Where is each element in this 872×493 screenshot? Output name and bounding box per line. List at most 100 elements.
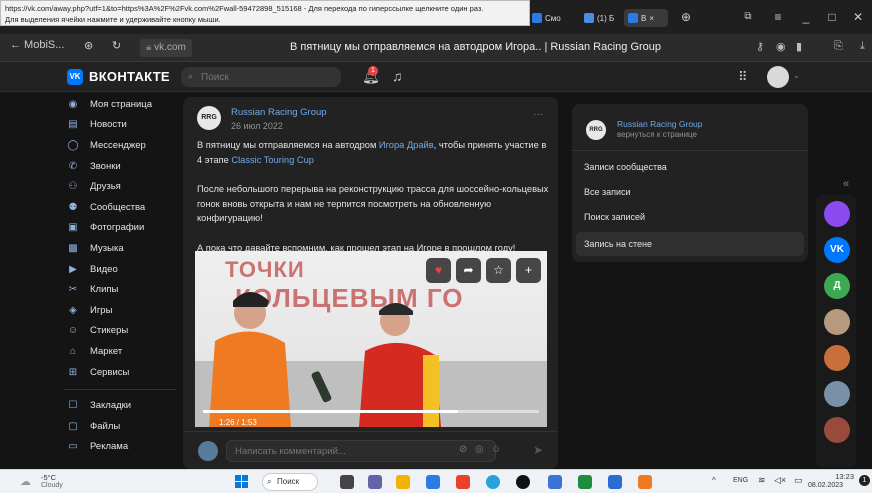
chevron-up-icon[interactable]: ^ xyxy=(712,476,716,485)
sidebar-item-communities[interactable]: ⚉ Сообщества xyxy=(64,197,176,218)
star-icon[interactable]: ☆ xyxy=(486,258,511,283)
sidebar-item-clips[interactable]: ✂ Клипы xyxy=(64,279,176,300)
volume-icon[interactable]: ◁× xyxy=(774,475,786,486)
post-author[interactable]: Russian Racing Group xyxy=(231,107,327,118)
browser-tab-active[interactable]: В × xyxy=(624,9,668,27)
yandex-icon[interactable] xyxy=(456,475,470,489)
telegram-icon[interactable] xyxy=(486,475,500,489)
task-view-icon[interactable] xyxy=(340,475,354,489)
share-icon[interactable]: ⎘ xyxy=(834,40,843,53)
sidebar-item-games[interactable]: ◈ Игры xyxy=(64,300,176,321)
teams-icon[interactable] xyxy=(368,475,382,489)
sidebar-item-stickers[interactable]: ☺ Стикеры xyxy=(64,321,176,342)
weather-icon[interactable]: ☁ xyxy=(20,475,31,488)
key-icon[interactable]: ⚷ xyxy=(756,40,764,53)
app-icon[interactable] xyxy=(548,475,562,489)
apps-grid-icon[interactable]: ⠿ xyxy=(738,69,748,85)
maximize-button[interactable]: □ xyxy=(822,8,842,26)
search-input[interactable] xyxy=(181,67,341,87)
share-icon[interactable]: ➦ xyxy=(456,258,481,283)
sidebar-item-label: Файлы xyxy=(90,420,121,432)
wifi-icon[interactable]: ≋ xyxy=(758,475,766,486)
extension-icon[interactable]: ◉ xyxy=(776,40,786,53)
battery-icon[interactable]: ▭ xyxy=(794,475,803,486)
browser-tab[interactable]: (1) Б xyxy=(580,9,622,27)
sidebar-item-files[interactable]: ▢ Файлы xyxy=(64,416,176,437)
link-igora-drive[interactable]: Игора Драйв xyxy=(379,140,434,150)
sidebar-item-bookmarks[interactable]: ☐ Закладки xyxy=(64,395,176,416)
sidebar-item-friends[interactable]: ⚇ Друзья xyxy=(64,176,176,197)
sidebar-item-market[interactable]: ⌂ Маркет xyxy=(64,341,176,362)
attach-icon[interactable]: ⊘ xyxy=(459,444,467,455)
sidebar-item-ads[interactable]: ▭ Реклама xyxy=(64,437,176,458)
app-icon[interactable] xyxy=(638,475,652,489)
security-icon[interactable]: ⊛ xyxy=(84,39,93,52)
back-to-page-link[interactable]: вернуться к странице xyxy=(617,130,697,139)
video-player[interactable]: ТОЧКИ КОЛЬЦЕВЫМ ГО ♥ ➦ ☆ + 1:26 / 1:53 xyxy=(195,251,547,427)
community-avatar[interactable]: RRG xyxy=(197,106,221,130)
camera-icon[interactable]: ◎ xyxy=(475,444,484,455)
community-name[interactable]: Russian Racing Group xyxy=(617,119,703,129)
tiktok-icon[interactable] xyxy=(516,475,530,489)
sidebar-item-label: Новости xyxy=(90,119,127,131)
sidebar-item-news[interactable]: ▤ Новости xyxy=(64,115,176,136)
comment-input[interactable] xyxy=(226,440,496,462)
chat-avatar[interactable]: VK xyxy=(824,237,850,263)
reload-icon[interactable]: ↻ xyxy=(112,39,121,52)
filter-item[interactable]: Поиск записей xyxy=(576,205,804,229)
url-field[interactable]: 🔒︎ vk.com xyxy=(140,39,192,57)
back-button[interactable]: ← MobiS... xyxy=(10,39,64,51)
sidebar-item-music[interactable]: ▩ Музыка xyxy=(64,238,176,259)
chat-avatar[interactable] xyxy=(824,417,850,443)
music-icon[interactable]: ♫ xyxy=(392,68,403,84)
weather-desc[interactable]: Cloudy xyxy=(41,482,63,489)
filter-item[interactable]: Записи сообщества xyxy=(576,155,804,179)
sidebar-item-services[interactable]: ⊞ Сервисы xyxy=(64,362,176,383)
weather-temp[interactable]: -5°C xyxy=(41,473,56,482)
notifications-icon[interactable]: 1 xyxy=(859,475,870,486)
close-window-button[interactable]: ✕ xyxy=(848,8,868,26)
post-date[interactable]: 26 июл 2022 xyxy=(231,121,283,131)
vk-logo-text[interactable]: ВКОНТАКТЕ xyxy=(89,69,170,84)
menu-icon[interactable]: ≡ xyxy=(768,8,788,26)
sidebar-item-phone[interactable]: ✆ Звонки xyxy=(64,156,176,177)
bookmark-icon[interactable]: ▮ xyxy=(796,40,802,53)
chevron-down-icon[interactable]: ⌄ xyxy=(793,71,800,80)
filter-item[interactable]: Все записи xyxy=(576,180,804,204)
sidebar-item-video[interactable]: ▶ Видео xyxy=(64,259,176,280)
community-avatar[interactable]: RRG xyxy=(586,120,606,140)
vk-logo-icon[interactable]: VK xyxy=(67,69,83,85)
chat-avatar[interactable] xyxy=(824,201,850,227)
collapse-chats-icon[interactable]: « xyxy=(843,178,849,190)
sidebar-item-messenger[interactable]: ◯ Мессенджер xyxy=(64,135,176,156)
like-icon[interactable]: ♥ xyxy=(426,258,451,283)
filter-item[interactable]: Запись на стене xyxy=(576,232,804,256)
add-icon[interactable]: + xyxy=(516,258,541,283)
avatar[interactable] xyxy=(767,66,789,88)
link-classic-touring-cup[interactable]: Classic Touring Cup xyxy=(231,155,314,165)
download-icon[interactable]: ⤓ xyxy=(860,40,865,53)
excel-icon[interactable] xyxy=(578,475,592,489)
file-explorer-icon[interactable] xyxy=(396,475,410,489)
emoji-icon[interactable]: ☺ xyxy=(491,444,501,455)
word-icon[interactable] xyxy=(608,475,622,489)
minimize-button[interactable]: _ xyxy=(796,8,816,26)
start-button[interactable] xyxy=(235,475,249,489)
chat-avatar[interactable] xyxy=(824,345,850,371)
chat-avatar[interactable] xyxy=(824,309,850,335)
new-tab-button[interactable]: ⊕ xyxy=(676,8,696,26)
sidebar-item-profile[interactable]: ◉ Моя страница xyxy=(64,94,176,115)
chat-avatar[interactable]: Д xyxy=(824,273,850,299)
browser-tab[interactable]: Смо xyxy=(528,9,578,27)
more-options-icon[interactable]: ··· xyxy=(533,109,543,120)
close-tab-icon[interactable]: × xyxy=(649,14,654,23)
clock-time[interactable]: 13:23 xyxy=(814,472,854,481)
video-progress-bar[interactable] xyxy=(203,410,539,413)
vk-app-icon[interactable] xyxy=(426,475,440,489)
chat-avatar[interactable] xyxy=(824,381,850,407)
language-indicator[interactable]: ENG xyxy=(733,477,748,484)
collections-icon[interactable]: ⧉ xyxy=(738,8,758,26)
clock-date[interactable]: 08.02.2023 xyxy=(808,482,843,489)
sidebar-item-photo[interactable]: ▣ Фотографии xyxy=(64,218,176,239)
send-icon[interactable]: ➤ xyxy=(533,443,543,457)
